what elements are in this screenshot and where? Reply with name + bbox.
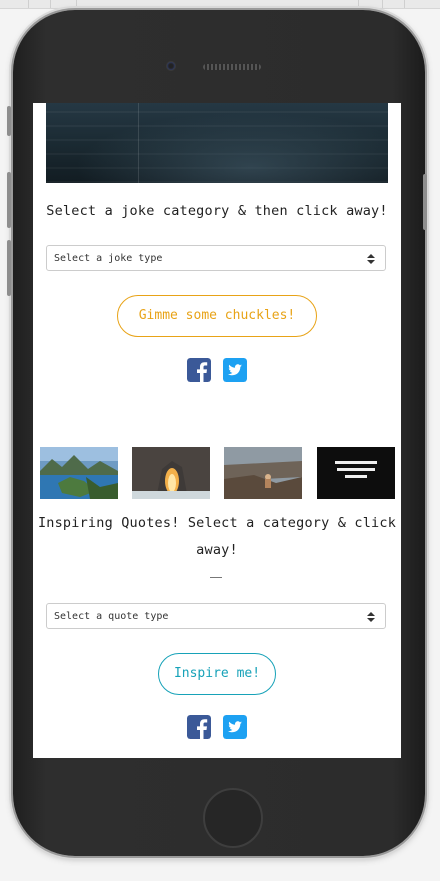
inspire-me-button[interactable]: Inspire me! [158, 653, 276, 695]
joke-type-select[interactable]: Select a joke type [46, 245, 386, 271]
quote-image-cliff-person [224, 447, 302, 499]
quote-type-select[interactable]: Select a quote type [46, 603, 386, 629]
earpiece-speaker [203, 64, 261, 70]
twitter-icon[interactable] [223, 715, 247, 739]
browser-top-strip [0, 0, 440, 9]
mute-switch [7, 106, 11, 136]
gimme-chuckles-button[interactable]: Gimme some chuckles! [117, 295, 317, 337]
select-arrows-icon [367, 254, 375, 264]
joke-hero-image [46, 103, 388, 183]
quote-heading-line1: Inspiring Quotes! Select a category & cl… [37, 515, 397, 531]
volume-up-button [7, 172, 11, 228]
volume-down-button [7, 240, 11, 296]
quote-image-island [40, 447, 118, 499]
facebook-icon[interactable] [187, 715, 211, 739]
power-button [423, 174, 427, 230]
quote-select-value: Select a quote type [54, 611, 169, 622]
home-button[interactable] [203, 788, 263, 848]
joke-select-value: Select a joke type [54, 253, 163, 264]
select-arrows-icon [367, 612, 375, 622]
front-camera [167, 62, 175, 70]
phone-screen: Select a joke category & then click away… [33, 103, 401, 758]
quote-image-rock-arch [132, 447, 210, 499]
quote-heading-line2: away! [196, 542, 238, 558]
twitter-icon[interactable] [223, 358, 247, 382]
quote-image-text-poster [317, 447, 395, 499]
facebook-icon[interactable] [187, 358, 211, 382]
joke-heading: Select a joke category & then click away… [46, 203, 388, 219]
heading-divider [210, 577, 222, 578]
